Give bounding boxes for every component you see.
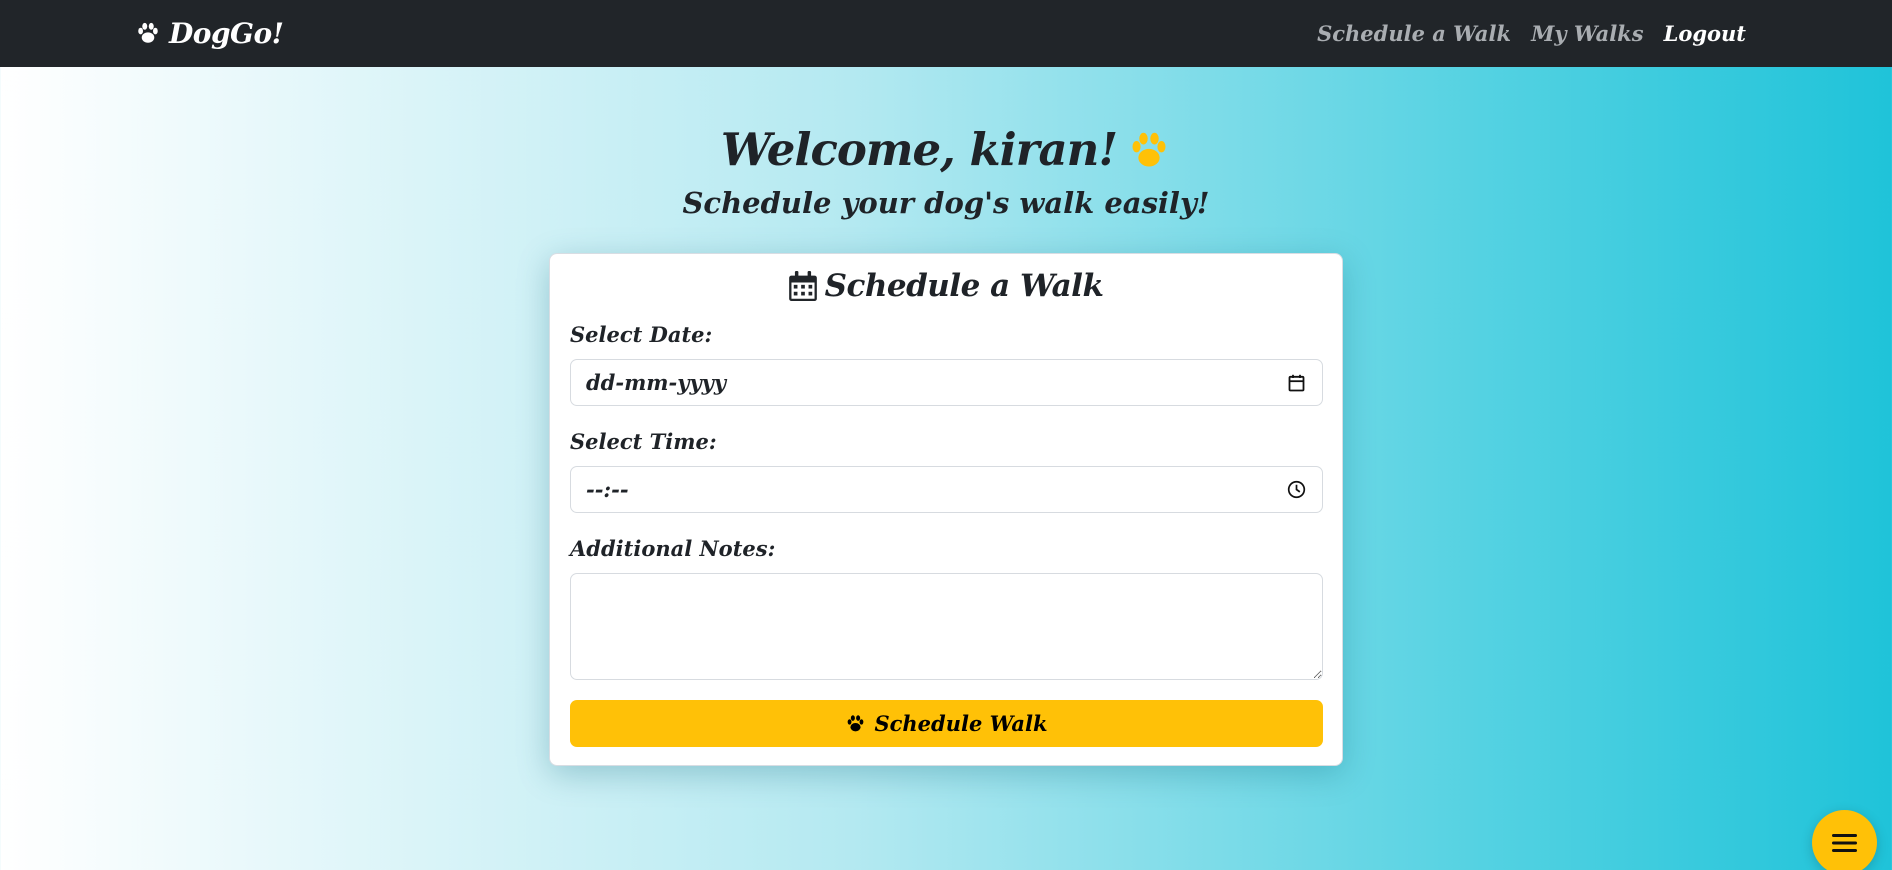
- calendar-icon: [788, 271, 817, 301]
- calendar-icon[interactable]: [1285, 372, 1307, 394]
- paw-icon: [845, 713, 866, 734]
- date-input[interactable]: dd-mm-yyyy: [570, 359, 1323, 406]
- nav-logout[interactable]: Logout: [1664, 21, 1746, 46]
- menu-icon: [1832, 833, 1857, 853]
- date-value: dd-mm-yyyy: [586, 370, 727, 395]
- paw-icon: [1127, 128, 1171, 172]
- welcome-heading: Welcome, kiran!: [721, 118, 1171, 182]
- card-title: Schedule a Walk: [824, 268, 1104, 304]
- navbar: DogGo! Schedule a Walk My Walks Logout: [0, 0, 1892, 67]
- welcome-subtitle: Schedule your dog's walk easily!: [682, 186, 1210, 220]
- welcome-section: Welcome, kiran! Schedule your dog's walk…: [0, 118, 1892, 224]
- notes-textarea[interactable]: [570, 573, 1323, 680]
- clock-icon[interactable]: [1285, 479, 1307, 501]
- card-heading: Schedule a Walk: [550, 268, 1342, 304]
- time-input[interactable]: --:--: [570, 466, 1323, 513]
- paw-icon: [135, 20, 161, 46]
- schedule-walk-button[interactable]: Schedule Walk: [570, 700, 1323, 747]
- schedule-walk-label: Schedule Walk: [874, 711, 1048, 736]
- time-label: Select Time:: [570, 429, 717, 454]
- brand-name: DogGo!: [169, 16, 284, 50]
- nav-my-walks[interactable]: My Walks: [1531, 21, 1643, 46]
- notes-label: Additional Notes:: [570, 536, 776, 561]
- floating-menu-button[interactable]: [1812, 810, 1877, 870]
- nav-schedule-walk[interactable]: Schedule a Walk: [1317, 21, 1511, 46]
- welcome-text: Welcome, kiran!: [720, 123, 1118, 176]
- main-nav: Schedule a Walk My Walks Logout: [1317, 16, 1746, 50]
- brand-link[interactable]: DogGo!: [135, 14, 284, 52]
- time-value: --:--: [586, 477, 629, 502]
- date-label: Select Date:: [570, 322, 713, 347]
- schedule-walk-card: Schedule a Walk Select Date: dd-mm-yyyy …: [549, 253, 1343, 766]
